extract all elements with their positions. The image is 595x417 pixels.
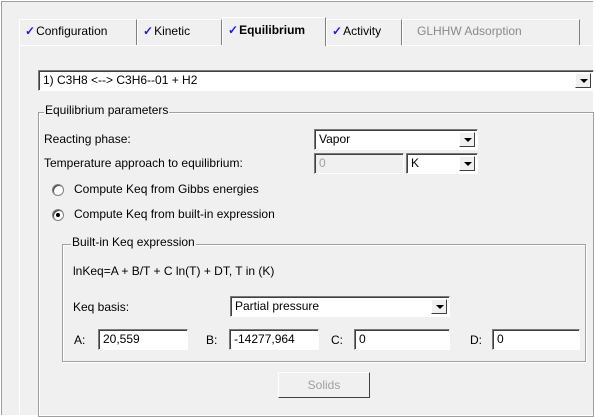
tab-label: Configuration (36, 24, 108, 38)
chevron-down-icon[interactable] (459, 156, 475, 171)
b-label: B: (206, 333, 218, 347)
tab-equilibrium[interactable]: ✓Equilibrium (222, 17, 326, 46)
tab-label: Activity (343, 24, 382, 38)
c-label: C: (331, 333, 343, 347)
chevron-down-icon[interactable] (575, 73, 591, 88)
d-input[interactable]: 0 (492, 329, 580, 350)
equilibrium-parameters-title: Equilibrium parameters (44, 103, 170, 117)
check-icon: ✓ (228, 23, 239, 37)
radio-builtin[interactable] (52, 209, 64, 221)
tab-label: Kinetic (154, 24, 191, 38)
builtin-keq-title: Built-in Keq expression (71, 235, 196, 249)
keq-basis-select[interactable]: Partial pressure (230, 296, 450, 317)
reacting-phase-select[interactable]: Vapor (314, 129, 478, 150)
tab-label: Equilibrium (239, 23, 306, 37)
tab-activity[interactable]: ✓Activity (326, 19, 402, 45)
keq-formula: lnKeq=A + B/T + C ln(T) + DT, T in (K) (73, 264, 275, 278)
keq-basis-value: Partial pressure (235, 299, 320, 313)
temp-approach-input[interactable]: 0 (314, 153, 404, 174)
reaction-select-value: 1) C3H8 <--> C3H6--01 + H2 (43, 73, 198, 87)
temp-unit-select[interactable]: K (406, 153, 478, 174)
check-icon: ✓ (143, 24, 154, 38)
radio-gibbs[interactable] (52, 184, 64, 196)
b-input[interactable]: -14277,964 (229, 329, 319, 350)
check-icon: ✓ (332, 24, 343, 38)
chevron-down-icon[interactable] (431, 299, 447, 314)
keq-basis-label: Keq basis: (73, 300, 130, 314)
check-icon: ✓ (25, 24, 36, 38)
reaction-select[interactable]: 1) C3H8 <--> C3H6--01 + H2 (38, 70, 594, 91)
d-value: 0 (497, 332, 504, 346)
equilibrium-dialog: ✓Configuration ✓Kinetic ✓Equilibrium ✓Ac… (1, 1, 595, 417)
a-input[interactable]: 20,559 (98, 329, 188, 350)
radio-gibbs-label[interactable]: Compute Keq from Gibbs energies (74, 182, 259, 196)
b-value: -14277,964 (234, 332, 295, 346)
temp-approach-label: Temperature approach to equilibrium: (44, 156, 243, 170)
c-value: 0 (359, 332, 366, 346)
c-input[interactable]: 0 (354, 329, 450, 350)
radio-builtin-label[interactable]: Compute Keq from built-in expression (74, 207, 275, 221)
d-label: D: (470, 333, 482, 347)
tab-kinetic[interactable]: ✓Kinetic (137, 19, 222, 45)
solids-button[interactable]: Solids (278, 372, 370, 398)
tab-configuration[interactable]: ✓Configuration (19, 19, 137, 45)
a-value: 20,559 (103, 332, 140, 346)
chevron-down-icon[interactable] (459, 132, 475, 147)
tab-label: GLHHW Adsorption (417, 24, 522, 38)
temp-approach-value: 0 (319, 156, 326, 170)
a-label: A: (74, 333, 86, 347)
temp-unit-value: K (411, 156, 420, 170)
reacting-phase-value: Vapor (319, 132, 351, 146)
tab-glhhw-adsorption[interactable]: GLHHW Adsorption (402, 19, 580, 45)
reacting-phase-label: Reacting phase: (44, 132, 131, 146)
